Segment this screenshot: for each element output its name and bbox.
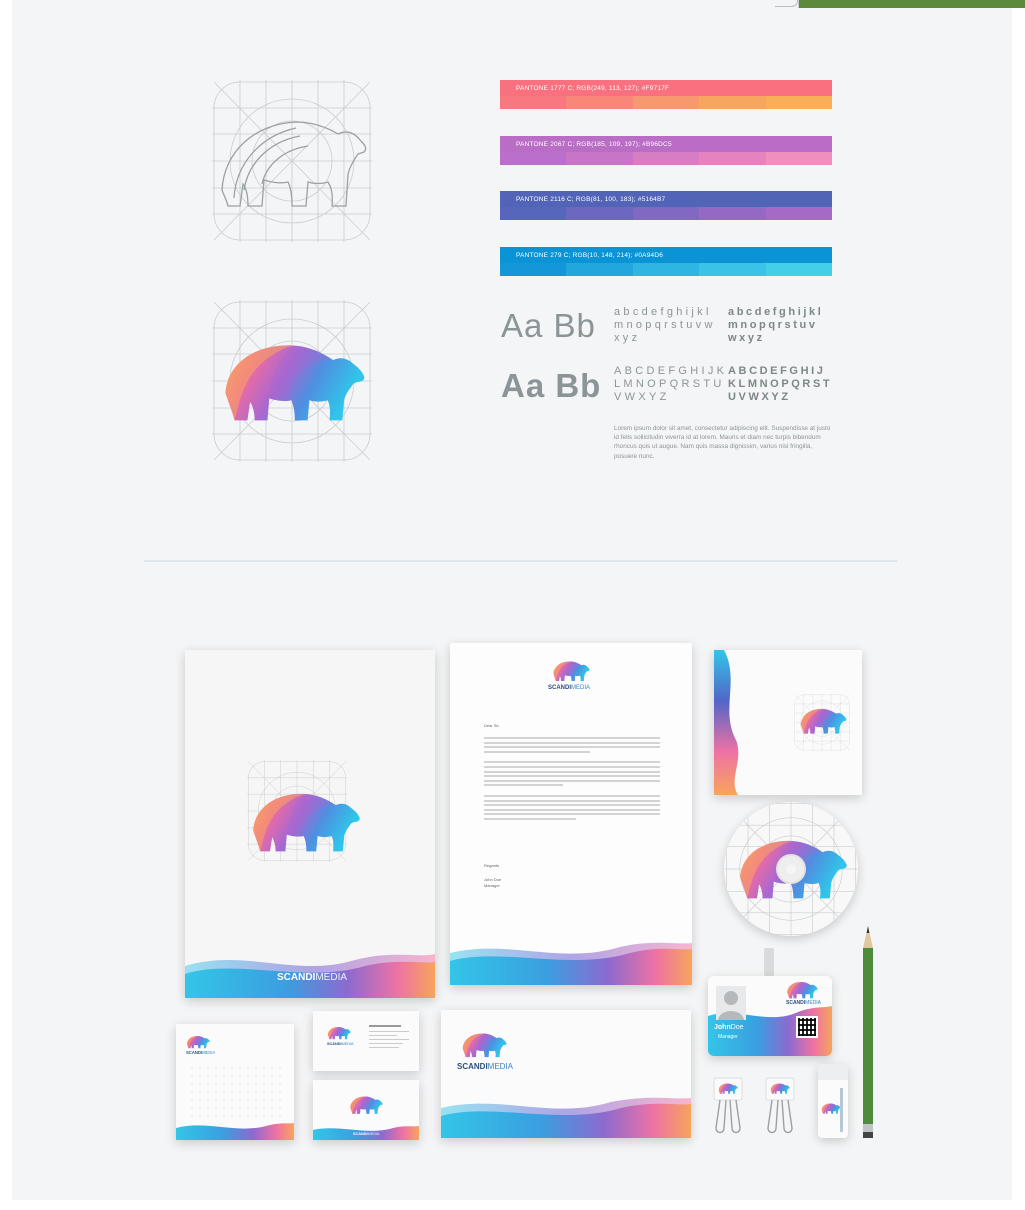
dl-envelope-brand-name: SCANDIMEDIA (457, 1062, 514, 1071)
card-front-bear-icon (349, 1094, 383, 1116)
card-bear-icon (327, 1025, 351, 1041)
qr-code-icon (796, 1016, 818, 1038)
folder-brand-name: SCANDIMEDIA (277, 972, 348, 983)
notepad-bear-icon (186, 1034, 210, 1050)
pencil (862, 926, 874, 1138)
type-sample-bold: Aa Bb (501, 367, 602, 404)
usb-bear-icon (821, 1102, 841, 1115)
notepad-wave-graphic (176, 1123, 294, 1140)
business-card-front: SCANDIMEDIA (313, 1080, 419, 1140)
swatch-blue-tints (500, 263, 833, 276)
letterhead-salutation: Dear Sir, (484, 723, 500, 728)
body-text-sample: Lorem ipsum dolor sit amet, consectetur … (614, 425, 831, 460)
badge-brand-name: SCANDIMEDIA (786, 1000, 822, 1006)
swatch-blue-header: PANTONE 279 C; RGB(10, 148, 214); #0A94D… (500, 247, 832, 263)
lowercase-bold: abcdefghijkl mnopqrstuv wxyz (728, 306, 824, 344)
folder-bear-icon (249, 786, 361, 858)
swatch-indigo-label: PANTONE 2116 C; RGB(81, 100, 183); #5164… (516, 195, 666, 203)
swatch-indigo-tints (500, 207, 833, 220)
letterhead-signer-name: John Doe (484, 877, 502, 882)
binder-clip-left (712, 1076, 744, 1136)
notepad-brand-name: SCANDIMEDIA (186, 1050, 216, 1055)
type-sample-regular: Aa Bb (501, 307, 596, 344)
square-envelope (714, 650, 862, 795)
avatar-icon (718, 991, 744, 1020)
card-brand-name: SCANDIMEDIA (327, 1042, 354, 1046)
envelope-side-wave (714, 650, 739, 795)
card-contact-lines (369, 1025, 409, 1049)
letterhead-signer-title: Manager (484, 883, 500, 888)
swatch-pink-label: PANTONE 1777 C; RGB(249, 113, 127); #F97… (516, 84, 670, 92)
presentation-folder: SCANDIMEDIA (185, 650, 435, 998)
swatch-purple-tints (500, 152, 833, 165)
letterhead-bear-icon (552, 659, 590, 683)
usb-flash-drive (818, 1064, 848, 1138)
letterhead-wave-graphic (450, 942, 692, 985)
envelope-bear-icon (798, 706, 848, 736)
logo-construction-outline (212, 80, 372, 242)
notepad-dot-grid (188, 1064, 282, 1120)
swatch-purple-header: PANTONE 2067 C; RGB(185, 109, 197); #B96… (500, 136, 832, 152)
color-swatch-pink: PANTONE 1777 C; RGB(249, 113, 127); #F97… (500, 80, 833, 109)
badge-bear-icon (786, 980, 818, 1000)
color-swatch-purple: PANTONE 2067 C; RGB(185, 109, 197); #B96… (500, 136, 833, 165)
section-divider (144, 560, 897, 562)
letterhead-body-lines (484, 737, 660, 823)
logo-construction-color (212, 300, 372, 462)
uppercase-bold: ABCDEFGHIJ KLMNOPQRST UVWXYZ (728, 365, 833, 403)
notepad: SCANDIMEDIA (176, 1024, 294, 1140)
binder-clip-right (764, 1076, 796, 1136)
dl-envelope-bear-icon (461, 1030, 507, 1060)
letterhead: SCANDIMEDIA Dear Sir, Regards John Doe M… (450, 643, 692, 985)
corner-tab-decoration (798, 0, 1025, 8)
swatch-pink-tints (500, 96, 833, 109)
swatch-blue-label: PANTONE 279 C; RGB(10, 148, 214); #0A94D… (516, 251, 664, 259)
color-swatch-indigo: PANTONE 2116 C; RGB(81, 100, 183); #5164… (500, 191, 833, 220)
bear-logo-icon (220, 336, 366, 428)
badge-photo-placeholder (716, 986, 746, 1020)
corner-bracket-decoration (775, 0, 798, 7)
card-front-brand-name: SCANDIMEDIA (353, 1132, 380, 1136)
letterhead-regards: Regards (484, 863, 500, 868)
swatch-indigo-header: PANTONE 2116 C; RGB(81, 100, 183); #5164… (500, 191, 832, 207)
uppercase-regular: ABCDEFGHIJK LMNOPQRSTU VWXYZ (614, 365, 728, 403)
color-swatch-blue: PANTONE 279 C; RGB(10, 148, 214); #0A94D… (500, 247, 833, 276)
lowercase-regular: abcdefghijkl mnopqrstuvw xyz (614, 306, 716, 344)
badge-person-name: JohnDoe (714, 1024, 744, 1031)
letterhead-brand-name: SCANDIMEDIA (548, 685, 591, 691)
badge-person-role: Manager (718, 1034, 738, 1040)
business-card-back: SCANDIMEDIA (313, 1011, 419, 1071)
swatch-pink-header: PANTONE 1777 C; RGB(249, 113, 127); #F97… (500, 80, 832, 96)
dl-envelope: SCANDIMEDIA (441, 1010, 691, 1138)
swatch-purple-label: PANTONE 2067 C; RGB(185, 109, 197); #B96… (516, 140, 672, 148)
badge-clip (764, 948, 774, 976)
dl-envelope-wave-graphic (441, 1097, 691, 1138)
id-badge: SCANDIMEDIA JohnDoe Manager (708, 976, 832, 1056)
cd-disc (724, 802, 858, 936)
